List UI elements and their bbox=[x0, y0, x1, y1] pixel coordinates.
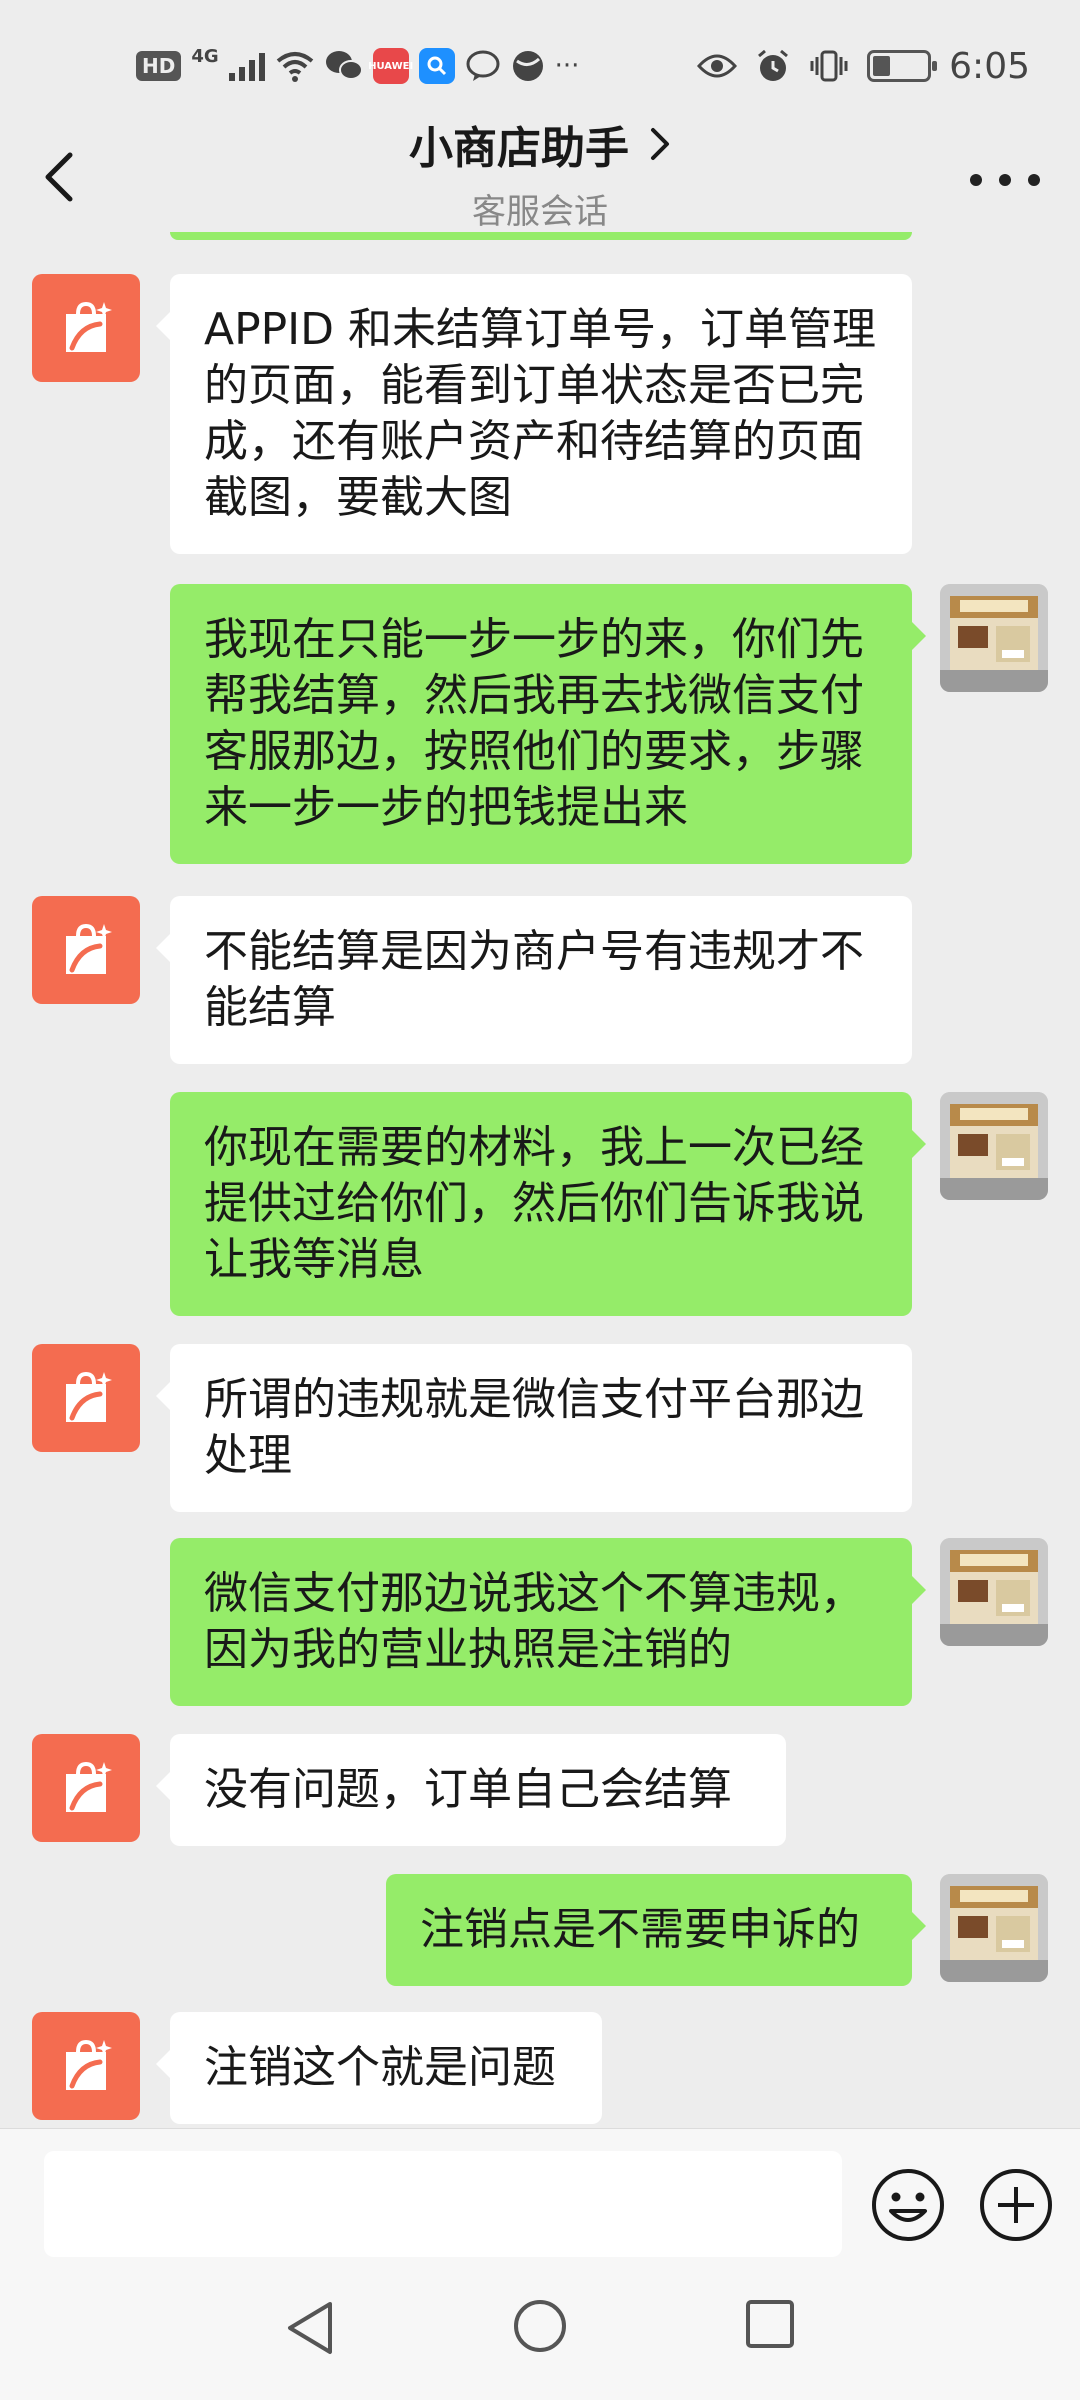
storefront-photo bbox=[940, 1874, 1048, 1982]
more-notifications-icon: ··· bbox=[554, 51, 580, 81]
square-recent-icon bbox=[746, 2300, 794, 2348]
chat-bubble-icon bbox=[466, 50, 500, 81]
message-bubble[interactable]: 没有问题，订单自己会结算 bbox=[156, 1734, 786, 1846]
message-bubble[interactable]: 不能结算是因为商户号有违规才不能结算 bbox=[156, 896, 912, 1064]
message-bubble[interactable]: 注销这个就是问题 bbox=[156, 2012, 602, 2124]
shopping-bag-sparkle-icon bbox=[66, 301, 112, 352]
wechat-icon bbox=[325, 51, 363, 80]
message-text: APPID 和未结算订单号，订单管理的页面，能看到订单状态是否已完成，还有账户资… bbox=[204, 304, 877, 523]
shop-avatar[interactable] bbox=[32, 274, 140, 382]
more-dot bbox=[1028, 174, 1040, 186]
status-icons-right: 6:05 bbox=[697, 40, 1030, 92]
alarm-icon bbox=[758, 49, 789, 81]
message-bubble[interactable]: 我现在只能一步一步的来，你们先帮我结算，然后我再去找微信支付客服那边，按照他们的… bbox=[170, 584, 926, 864]
message-bubble[interactable]: 你现在需要的材料，我上一次已经提供过给你们，然后你们告诉我说让我等消息 bbox=[170, 1092, 926, 1316]
shop-avatar[interactable] bbox=[32, 896, 140, 1004]
nav-home-button[interactable] bbox=[512, 2298, 568, 2354]
user-avatar[interactable] bbox=[940, 1538, 1048, 1646]
user-avatar[interactable] bbox=[940, 1092, 1048, 1200]
vibrate-icon bbox=[810, 50, 848, 82]
storefront-photo bbox=[940, 1538, 1048, 1646]
shop-avatar[interactable] bbox=[32, 1734, 140, 1842]
search-app-icon bbox=[418, 48, 455, 84]
plus-circle-icon bbox=[980, 2169, 1052, 2241]
storefront-photo bbox=[940, 584, 1048, 692]
chat-subtitle: 客服会话 bbox=[472, 192, 608, 232]
triangle-back-icon bbox=[288, 2302, 332, 2354]
hd-badge: HD bbox=[136, 51, 182, 81]
message-text: 没有问题，订单自己会结算 bbox=[204, 1764, 732, 1815]
signal-icon bbox=[228, 51, 265, 81]
shopping-bag-sparkle-icon bbox=[66, 2039, 112, 2090]
system-nav-bar bbox=[0, 2268, 1080, 2400]
nav-recents-button[interactable] bbox=[744, 2298, 796, 2350]
network-type: 4G bbox=[191, 45, 219, 67]
more-options-button[interactable] bbox=[970, 160, 1040, 200]
message-bubble[interactable]: 所谓的违规就是微信支付平台那边处理 bbox=[156, 1344, 912, 1512]
wifi-icon bbox=[276, 52, 313, 82]
chat-title: 小商店助手 bbox=[409, 123, 629, 174]
nav-back-button[interactable] bbox=[282, 2298, 338, 2358]
message-text: 你现在需要的材料，我上一次已经提供过给你们，然后你们告诉我说让我等消息 bbox=[204, 1122, 864, 1285]
message-list[interactable]: APPID 和未结算订单号，订单管理的页面，能看到订单状态是否已完成，还有账户资… bbox=[0, 240, 1080, 2128]
message-text: 微信支付那边说我这个不算违规，因为我的营业执照是注销的 bbox=[204, 1568, 864, 1675]
shopping-bag-sparkle-icon bbox=[66, 1371, 112, 1422]
message-input[interactable] bbox=[44, 2151, 842, 2257]
message-text: 所谓的违规就是微信支付平台那边处理 bbox=[204, 1374, 864, 1481]
chat-header: 小商店助手 客服会话 bbox=[0, 110, 1080, 242]
chat-title-button[interactable]: 小商店助手 bbox=[409, 112, 671, 176]
shopping-bag-sparkle-icon bbox=[66, 1761, 112, 1812]
circle-home-icon bbox=[514, 2300, 566, 2352]
input-bar bbox=[0, 2128, 1080, 2268]
shopping-bag-sparkle-icon bbox=[66, 923, 112, 974]
globe-icon bbox=[512, 51, 543, 81]
status-icons-left: HD 4G HUAWEI ··· bbox=[136, 40, 579, 92]
chevron-right-icon bbox=[651, 128, 669, 160]
emoji-button[interactable] bbox=[870, 2167, 946, 2243]
more-functions-button[interactable] bbox=[978, 2167, 1054, 2243]
more-dot bbox=[999, 174, 1011, 186]
message-text: 注销这个就是问题 bbox=[204, 2042, 556, 2093]
user-avatar[interactable] bbox=[940, 1874, 1048, 1982]
message-text: 不能结算是因为商户号有违规才不能结算 bbox=[204, 926, 864, 1033]
previous-message-edge bbox=[170, 232, 912, 240]
more-dot bbox=[970, 174, 982, 186]
user-avatar[interactable] bbox=[940, 584, 1048, 692]
message-bubble[interactable]: 注销点是不需要申诉的 bbox=[386, 1874, 926, 1986]
smiley-icon bbox=[872, 2169, 944, 2241]
message-text: 注销点是不需要申诉的 bbox=[420, 1904, 860, 1955]
message-bubble[interactable]: 微信支付那边说我这个不算违规，因为我的营业执照是注销的 bbox=[170, 1538, 926, 1706]
message-text: 我现在只能一步一步的来，你们先帮我结算，然后我再去找微信支付客服那边，按照他们的… bbox=[204, 614, 864, 833]
clock: 6:05 bbox=[949, 45, 1030, 87]
title-block: 小商店助手 客服会话 bbox=[0, 112, 1080, 233]
eye-comfort-icon bbox=[697, 54, 738, 78]
shop-avatar[interactable] bbox=[32, 1344, 140, 1452]
battery-icon bbox=[867, 50, 938, 82]
message-bubble[interactable]: APPID 和未结算订单号，订单管理的页面，能看到订单状态是否已完成，还有账户资… bbox=[156, 274, 912, 554]
shop-avatar[interactable] bbox=[32, 2012, 140, 2120]
storefront-photo bbox=[940, 1092, 1048, 1200]
status-bar: HD 4G HUAWEI ··· 6:05 bbox=[0, 0, 1080, 120]
huawei-app-icon: HUAWEI bbox=[368, 48, 413, 84]
